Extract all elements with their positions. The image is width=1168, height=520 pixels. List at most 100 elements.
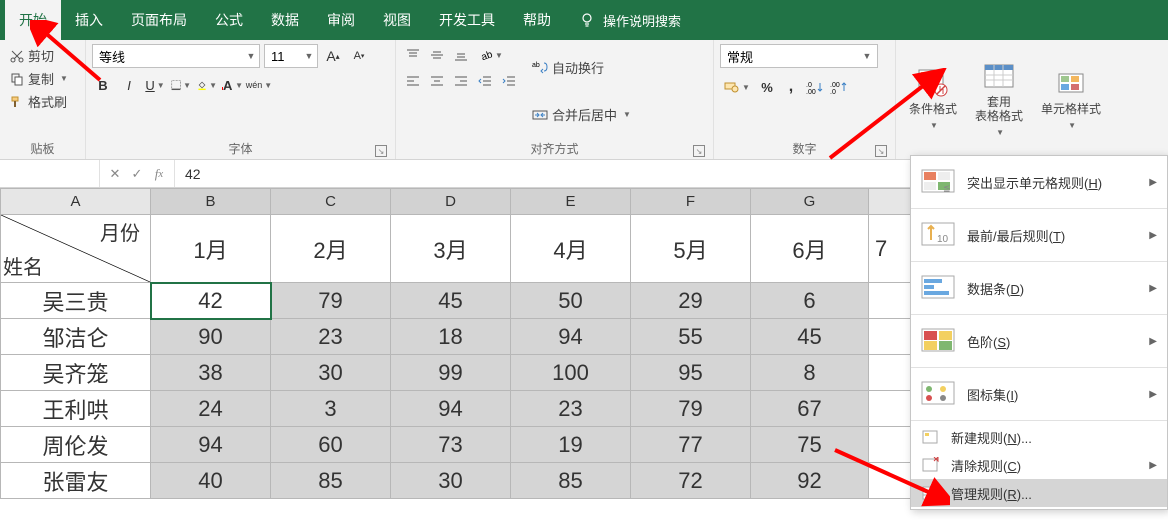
cell[interactable]: 23 [511,391,631,427]
font-launcher[interactable]: ↘ [375,145,387,157]
cell[interactable]: 85 [271,463,391,499]
highlight-cells-rules-item[interactable]: ≦ 突出显示单元格规则(H) ▶ [911,158,1167,206]
italic-button[interactable]: I [118,74,140,96]
tab-formulas[interactable]: 公式 [201,0,257,40]
column-header-a[interactable]: A [1,189,151,215]
bold-button[interactable]: B [92,74,114,96]
decrease-indent-button[interactable] [474,70,496,92]
cell[interactable]: 75 [751,427,869,463]
icon-sets-item[interactable]: 图标集(I) ▶ [911,370,1167,418]
decrease-decimal-button[interactable]: .00.0 [828,76,850,98]
name-cell[interactable]: 吴齐笼 [1,355,151,391]
cell[interactable]: 24 [151,391,271,427]
name-cell[interactable]: 王利哄 [1,391,151,427]
name-box[interactable] [0,160,100,187]
cell[interactable]: 38 [151,355,271,391]
font-color-button[interactable]: A▼ [222,74,244,96]
cell[interactable]: 60 [271,427,391,463]
tab-insert[interactable]: 插入 [61,0,117,40]
increase-indent-button[interactable] [498,70,520,92]
cell[interactable]: 100 [511,355,631,391]
cell[interactable]: 67 [751,391,869,427]
borders-button[interactable]: ▼ [170,74,192,96]
cell[interactable]: 8 [751,355,869,391]
number-launcher[interactable]: ↘ [875,145,887,157]
align-launcher[interactable]: ↘ [693,145,705,157]
column-header-e[interactable]: E [511,189,631,215]
number-format-combo[interactable]: ▼ [720,44,878,68]
font-size-input[interactable] [265,49,301,64]
cell[interactable]: 90 [151,319,271,355]
increase-decimal-button[interactable]: .0.00 [804,76,826,98]
cell[interactable]: 92 [751,463,869,499]
cell[interactable]: 95 [631,355,751,391]
chevron-down-icon[interactable]: ▼ [859,51,875,61]
conditional-formatting-button[interactable]: 条件格式▼ [902,44,964,155]
accounting-format-button[interactable]: ▼ [720,76,754,98]
increase-font-button[interactable]: A▴ [322,45,344,67]
cell[interactable]: 3月 [391,215,511,283]
tab-help[interactable]: 帮助 [509,0,565,40]
name-cell[interactable]: 周伦发 [1,427,151,463]
cell[interactable]: 73 [391,427,511,463]
cell[interactable]: 77 [631,427,751,463]
name-cell[interactable]: 吴三贵 [1,283,151,319]
cell[interactable]: 99 [391,355,511,391]
align-top-button[interactable] [402,44,424,66]
cell[interactable]: 6月 [751,215,869,283]
cell[interactable]: 19 [511,427,631,463]
cell[interactable]: 30 [271,355,391,391]
data-bars-item[interactable]: 数据条(D) ▶ [911,264,1167,312]
chevron-down-icon[interactable]: ▼ [301,51,317,61]
cell[interactable]: 6 [751,283,869,319]
cell[interactable]: 4月 [511,215,631,283]
wrap-text-button[interactable]: ab 自动换行 [532,58,631,77]
enter-formula-button[interactable]: ✓ [126,160,148,187]
cancel-formula-button[interactable]: ✕ [104,160,126,187]
clear-rules-item[interactable]: 清除规则(C) ▶ [911,451,1167,479]
tab-layout[interactable]: 页面布局 [117,0,201,40]
cell[interactable]: 2月 [271,215,391,283]
copy-button[interactable]: 复制▼ [10,69,68,88]
cell[interactable]: 23 [271,319,391,355]
tab-review[interactable]: 审阅 [313,0,369,40]
fill-color-button[interactable]: ▼ [196,74,218,96]
color-scales-item[interactable]: 色阶(S) ▶ [911,317,1167,365]
name-cell[interactable]: 张雷友 [1,463,151,499]
tab-data[interactable]: 数据 [257,0,313,40]
cell[interactable]: 85 [511,463,631,499]
column-header-f[interactable]: F [631,189,751,215]
number-format-input[interactable] [721,49,859,64]
cell[interactable]: 94 [391,391,511,427]
cell[interactable]: 29 [631,283,751,319]
new-rule-item[interactable]: 新建规则(N)... [911,423,1167,451]
column-header-c[interactable]: C [271,189,391,215]
cell[interactable]: 50 [511,283,631,319]
insert-function-button[interactable]: fx [148,160,170,187]
tab-developer[interactable]: 开发工具 [425,0,509,40]
align-left-button[interactable] [402,70,424,92]
cell[interactable]: 45 [391,283,511,319]
cell[interactable]: 42 [151,283,271,319]
format-as-table-button[interactable]: 套用 表格格式▼ [968,44,1030,155]
orientation-button[interactable]: ab▼ [474,44,508,66]
cell[interactable]: 1月 [151,215,271,283]
align-right-button[interactable] [450,70,472,92]
cut-button[interactable]: 剪切 [10,46,68,65]
cell[interactable]: 45 [751,319,869,355]
cell[interactable]: 94 [151,427,271,463]
align-center-button[interactable] [426,70,448,92]
font-name-combo[interactable]: ▼ [92,44,260,68]
align-bottom-button[interactable] [450,44,472,66]
cell[interactable]: 18 [391,319,511,355]
diagonal-header-cell[interactable]: 月份 姓名 [1,215,151,283]
cell[interactable]: 79 [271,283,391,319]
name-cell[interactable]: 邹洁仑 [1,319,151,355]
cell[interactable]: 72 [631,463,751,499]
cell[interactable]: 94 [511,319,631,355]
merge-center-button[interactable]: 合并后居中▼ [532,105,631,124]
comma-button[interactable]: , [780,76,802,98]
column-header-b[interactable]: B [151,189,271,215]
chevron-down-icon[interactable]: ▼ [243,51,259,61]
cell-styles-button[interactable]: 单元格样式▼ [1034,44,1108,155]
